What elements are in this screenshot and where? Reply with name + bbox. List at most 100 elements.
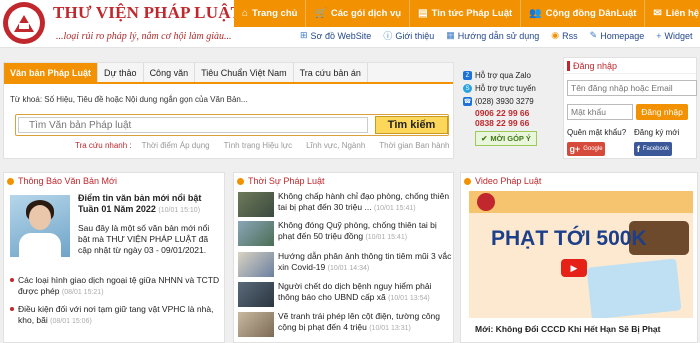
quick-link-apply-date[interactable]: Thời điểm Áp dụng xyxy=(142,141,210,150)
google-login-button[interactable]: g+ Google xyxy=(567,142,605,156)
list-item[interactable]: Các loại hình giao dịch ngoại tệ giữa NH… xyxy=(10,275,222,298)
zalo-icon: Z xyxy=(463,71,472,80)
search-hint: Từ khoá: Số Hiệu, Tiêu đề hoặc Nội dung … xyxy=(10,95,248,104)
login-button[interactable]: Đăng nhập xyxy=(636,104,688,120)
search-input[interactable] xyxy=(18,117,368,133)
login-title-text: Đăng nhập xyxy=(573,60,618,71)
widget-icon: + xyxy=(656,30,662,41)
news-time: (10/01 14:34) xyxy=(327,265,370,272)
news-text: Không đóng Quỹ phòng, chống thiên tai bị… xyxy=(278,220,454,243)
new-docs-title: Thông Báo Văn Bản Mới xyxy=(4,173,224,189)
subnav-homepage-label: Homepage xyxy=(600,30,645,41)
search-button[interactable]: Tìm kiếm xyxy=(375,116,448,134)
video-banner xyxy=(469,191,693,213)
feedback-button[interactable]: ✔ MỜI GÓP Ý xyxy=(475,131,537,146)
nav-community[interactable]: 👥 Cộng đồng DânLuật xyxy=(521,0,646,27)
cart-icon: 🛒 xyxy=(314,8,327,19)
list-item-time: (08/01 15:06) xyxy=(50,318,92,325)
tab-dispatches[interactable]: Công văn xyxy=(144,63,196,82)
subnav-sitemap[interactable]: ⊞ Sơ đồ WebSite xyxy=(300,29,371,42)
news-item[interactable]: Người chết do dịch bệnh nguy hiểm phải t… xyxy=(238,281,452,309)
video-player[interactable]: PHẠT TỚI 500K ▶ xyxy=(469,191,693,318)
news-thumbnail xyxy=(238,221,274,246)
title-bar-icon xyxy=(567,60,570,71)
home-icon: ⌂ xyxy=(242,8,249,19)
nav-news[interactable]: ▤ Tin tức Pháp Luật xyxy=(410,0,522,27)
nav-home[interactable]: ⌂ Trang chủ xyxy=(234,0,307,27)
tab-legal-docs[interactable]: Văn bản Pháp Luật xyxy=(4,63,99,82)
quick-link-issue-date[interactable]: Thời gian Ban hành xyxy=(379,141,449,150)
news-text: Không chấp hành chỉ đạo phòng, chống thi… xyxy=(278,191,454,214)
office-phone-number: (028) 3930 3279 xyxy=(475,97,534,106)
site-brand[interactable]: THƯ VIỆN PHÁP LUẬT xyxy=(53,3,242,23)
username-field[interactable] xyxy=(567,80,697,96)
news-thumbnail xyxy=(238,282,274,307)
quick-label: Tra cứu nhanh : xyxy=(75,141,132,150)
video-title: Video Pháp Luật xyxy=(461,173,697,189)
news-item[interactable]: Không chấp hành chỉ đạo phòng, chống thi… xyxy=(238,191,452,219)
zalo-label: Hỗ trợ qua Zalo xyxy=(475,71,531,80)
thumb-body xyxy=(19,233,61,257)
register-link[interactable]: Đăng ký mới xyxy=(634,128,679,137)
zalo-support[interactable]: Z Hỗ trợ qua Zalo xyxy=(463,69,559,82)
subnav-sitemap-label: Sơ đồ WebSite xyxy=(310,30,372,41)
video-panel: Video Pháp Luật PHẠT TỚI 500K ▶ Mới: Khô… xyxy=(460,172,698,343)
bullet-icon xyxy=(237,177,244,185)
nav-home-label: Trang chủ xyxy=(252,8,298,19)
nav-services-label: Các gói dịch vụ xyxy=(330,8,402,19)
news-item[interactable]: Hướng dẫn phân ảnh thông tin tiêm mũi 3 … xyxy=(238,251,452,279)
nav-services[interactable]: 🛒 Các gói dịch vụ xyxy=(306,0,411,27)
news-item[interactable]: Không đóng Quỹ phòng, chống thiên tai bị… xyxy=(238,220,452,248)
feature-thumbnail[interactable] xyxy=(10,195,70,257)
support-box: Z Hỗ trợ qua Zalo S Hỗ trợ trực tuyến ☎ (02… xyxy=(463,69,559,146)
hotline-2[interactable]: 0838 22 99 66 xyxy=(463,118,559,128)
contact-icon: ✉ xyxy=(653,8,662,19)
tab-drafts[interactable]: Dự thảo xyxy=(98,63,144,82)
facebook-label: Facebook xyxy=(642,146,670,152)
bullet-icon xyxy=(7,177,14,185)
news-thumbnail xyxy=(238,192,274,217)
feature-desc: Sau đây là một số văn bản mới nổi bật mà… xyxy=(78,223,210,255)
video-logo-icon xyxy=(477,193,495,211)
list-item-text: Điều kiện đối với nơi tạm giữ tang vật V… xyxy=(18,304,214,325)
thumb-face xyxy=(29,205,51,230)
online-support[interactable]: S Hỗ trợ trực tuyến xyxy=(463,82,559,95)
quick-link-status[interactable]: Tình trạng Hiệu lực xyxy=(224,141,293,150)
search-box: Tìm kiếm xyxy=(15,114,449,136)
hotline-1[interactable]: 0906 22 99 66 xyxy=(463,108,559,118)
hint-text: Số Hiệu, Tiêu đề hoặc Nội dung ngắn gọn … xyxy=(44,95,248,104)
site-logo[interactable] xyxy=(3,2,45,44)
subnav-homepage[interactable]: ✎ Homepage xyxy=(590,29,645,42)
facebook-login-button[interactable]: f Facebook xyxy=(634,142,672,156)
nav-contact[interactable]: ✉ Liên hệ xyxy=(645,0,700,27)
phone-icon: ☎ xyxy=(463,97,472,106)
news-title: Vẽ tranh trái phép lên cột điện, tường c… xyxy=(278,311,441,332)
info-icon: ⓘ xyxy=(383,31,393,41)
subnav-rss[interactable]: ◉ Rss xyxy=(551,29,577,42)
quick-link-field[interactable]: Lĩnh vực, Ngành xyxy=(306,141,365,150)
subnav-widget-label: Widget xyxy=(664,30,693,41)
news-item[interactable]: Vẽ tranh trái phép lên cột điện, tường c… xyxy=(238,311,452,339)
play-icon[interactable]: ▶ xyxy=(561,259,587,277)
rss-icon: ◉ xyxy=(551,30,560,40)
tab-judgments[interactable]: Tra cứu bản án xyxy=(294,63,368,82)
password-field[interactable] xyxy=(567,104,633,120)
nav-contact-label: Liên hệ xyxy=(665,8,700,19)
forgot-password-link[interactable]: Quên mật khẩu? xyxy=(567,128,626,137)
tab-standards[interactable]: Tiêu Chuẩn Việt Nam xyxy=(195,63,294,82)
nav-news-label: Tin tức Pháp Luật xyxy=(431,8,513,19)
news-thumbnail xyxy=(238,312,274,337)
feature-title[interactable]: Điểm tin văn bản mới nổi bật Tuần 01 Năm… xyxy=(78,193,220,216)
guide-icon: ▦ xyxy=(446,30,455,40)
subnav-guide[interactable]: ▦ Hướng dẫn sử dụng xyxy=(446,29,539,42)
office-phone[interactable]: ☎ (028) 3930 3279 xyxy=(463,95,559,108)
list-item-text: Các loại hình giao dịch ngoại tệ giữa NH… xyxy=(18,275,220,296)
new-docs-panel: Thông Báo Văn Bản Mới Điểm tin văn bản m… xyxy=(3,172,225,343)
list-item[interactable]: Điều kiện đối với nơi tạm giữ tang vật V… xyxy=(10,304,222,327)
subnav-about[interactable]: ⓘ Giới thiệu xyxy=(383,29,434,42)
video-caption[interactable]: Mới: Không Đổi CCCD Khi Hết Hạn Sẽ Bị Ph… xyxy=(475,324,661,334)
nav-community-label: Cộng đồng DânLuật xyxy=(545,8,637,19)
google-label: Google xyxy=(583,146,603,152)
subnav-widget[interactable]: + Widget xyxy=(656,29,692,42)
news-time: (10/01 13:54) xyxy=(388,295,430,302)
